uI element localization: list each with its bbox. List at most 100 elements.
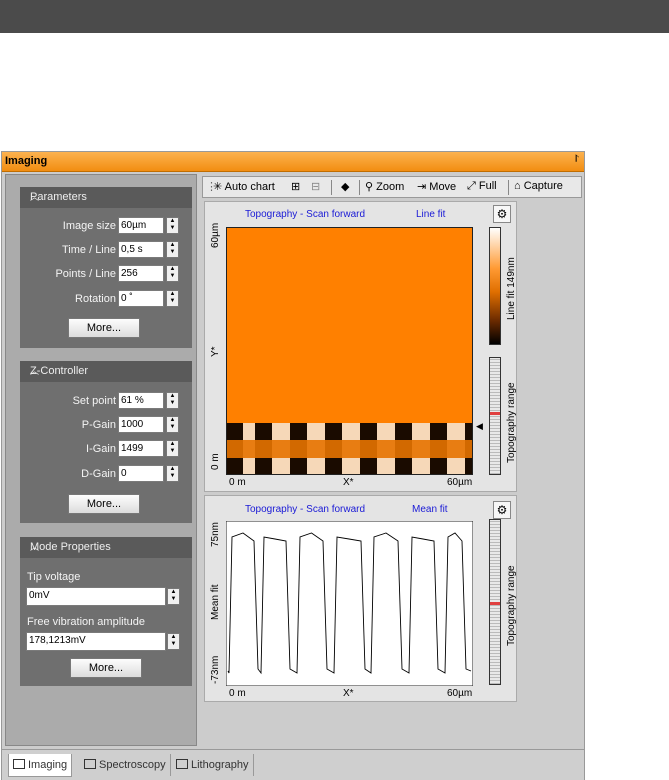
profile-plot-area[interactable] (226, 521, 473, 686)
image-size-label: Image size (62, 220, 116, 232)
parameters-more-button[interactable]: More... (68, 318, 140, 338)
zc-row-igain: I-Gain 1499 ▲ ▼ (20, 439, 192, 459)
points-line-input[interactable]: 256 (118, 265, 164, 282)
parameters-group: Parameters ︿ Image size 60µm ▲ ▼ Time / L… (20, 187, 192, 348)
zcontroller-more-button[interactable]: More... (68, 494, 140, 514)
points-line-label: Points / Line (55, 268, 116, 280)
chart2-y-axis-label: Mean fit (210, 584, 221, 620)
chart1-x-left-label: 0 m (229, 477, 246, 488)
tip-voltage-spinner[interactable]: ▲ ▼ (167, 588, 180, 605)
chart2-title: Topography - Scan forward (245, 504, 366, 515)
vibration-amplitude-label: Free vibration amplitude (27, 616, 146, 628)
topography-scanned-stripes (226, 423, 473, 475)
zc-row-setpoint: Set point 61 % ▲ ▼ (20, 391, 192, 411)
topography-image-chart: Topography - Scan forward Line fit ⚙ 60µ… (204, 201, 517, 492)
vibration-amplitude-spinner[interactable]: ▲ ▼ (167, 633, 180, 650)
window-icon (84, 759, 96, 769)
igain-label: I-Gain (86, 443, 116, 455)
rotation-input[interactable]: 0 ˚ (118, 290, 164, 307)
full-label: Full (478, 180, 497, 192)
full-extent-icon: ⤢ (467, 180, 476, 192)
auto-chart-label: Auto chart (224, 181, 275, 193)
pgain-input[interactable]: 1000 (118, 416, 164, 433)
time-line-input[interactable]: 0,5 s (118, 241, 164, 258)
capture-button[interactable]: ⌂ Capture (514, 180, 563, 192)
zc-row-pgain: P-Gain 1000 ▲ ▼ (20, 415, 192, 435)
chart1-x-axis-label: X* (343, 477, 354, 488)
chart1-title: Topography - Scan forward (245, 209, 366, 220)
setpoint-spinner[interactable]: ▲ ▼ (166, 392, 179, 409)
window-icon (176, 759, 188, 769)
add-chart-icon[interactable]: ⊞ (291, 180, 300, 193)
parameters-header[interactable]: Parameters ︿ (20, 187, 192, 208)
param-row-rotation: Rotation 0 ˚ ▲ ▼ (20, 289, 192, 309)
color-scale-bar (489, 227, 501, 345)
chevron-up-icon[interactable]: ︿ (30, 190, 184, 203)
dgain-spinner[interactable]: ▲ ▼ (166, 465, 179, 482)
toolbar-separator (331, 180, 332, 195)
imaging-toolbar: ⋮ ✳ Auto chart ⊞ ⊟ ◆ ⚲ Zoom ⇥ Move ⤢ Ful… (202, 176, 582, 198)
chart2-x-axis-label: X* (343, 688, 354, 699)
param-row-points-line: Points / Line 256 ▲ ▼ (20, 264, 192, 284)
chart1-y-axis-label: Y* (210, 346, 221, 357)
setpoint-label: Set point (72, 395, 116, 407)
tab-lithography[interactable]: Lithography (172, 754, 254, 776)
toolbar-separator (359, 180, 360, 195)
param-row-image-size: Image size 60µm ▲ ▼ (20, 216, 192, 236)
auto-chart-button[interactable]: ✳ Auto chart (213, 180, 275, 193)
igain-spinner[interactable]: ▲ ▼ (166, 440, 179, 457)
chart1-y-bottom-label: 0 m (210, 453, 221, 470)
remove-chart-icon[interactable]: ⊟ (311, 180, 320, 193)
dgain-input[interactable]: 0 (118, 465, 164, 482)
setpoint-input[interactable]: 61 % (118, 392, 164, 409)
mode-properties-header[interactable]: Mode Properties ︿ (20, 537, 192, 558)
toolbar-separator (508, 180, 509, 195)
left-panel: Parameters ︿ Image size 60µm ▲ ▼ Time / L… (5, 174, 197, 746)
tab-imaging[interactable]: Imaging (8, 754, 73, 777)
window-icon (13, 759, 25, 769)
time-line-spinner[interactable]: ▲ ▼ (166, 241, 179, 258)
mode-more-button[interactable]: More... (70, 658, 142, 678)
image-size-input[interactable]: 60µm (118, 217, 164, 234)
topography-range-slider[interactable] (489, 357, 501, 475)
pin-icon[interactable]: ⨡ (575, 154, 579, 165)
eraser-icon[interactable]: ◆ (341, 180, 349, 193)
topography-image[interactable] (226, 227, 473, 475)
range-slider-handle[interactable] (490, 602, 500, 605)
chart2-x-right-label: 60µm (447, 688, 473, 699)
image-size-spinner[interactable]: ▲ ▼ (166, 217, 179, 234)
zoom-button[interactable]: ⚲ Zoom (365, 180, 404, 193)
time-line-label: Time / Line (61, 244, 116, 256)
chart1-fit-mode: Line fit (416, 209, 446, 220)
scan-position-marker-icon[interactable]: ◀ (476, 421, 483, 432)
move-button[interactable]: ⇥ Move (417, 180, 456, 193)
rotation-spinner[interactable]: ▲ ▼ (166, 290, 179, 307)
tab-spectroscopy[interactable]: Spectroscopy (80, 754, 171, 776)
profile-range-label: Topography range (506, 565, 517, 646)
topography-profile-chart: Topography - Scan forward Mean fit ⚙ 75n… (204, 495, 517, 702)
points-line-spinner[interactable]: ▲ ▼ (166, 265, 179, 282)
profile-range-slider[interactable] (489, 519, 501, 685)
top-bar (0, 0, 669, 33)
chart2-y-bottom-label: -73nm (210, 655, 221, 684)
tip-voltage-label: Tip voltage (27, 571, 81, 583)
chart2-settings-gear-icon[interactable]: ⚙ (493, 501, 511, 519)
pgain-spinner[interactable]: ▲ ▼ (166, 416, 179, 433)
rotation-label: Rotation (75, 293, 116, 305)
full-button[interactable]: ⤢ Full (467, 180, 497, 193)
chevron-up-icon[interactable]: ︿ (30, 540, 184, 553)
range-slider-handle[interactable] (490, 412, 500, 415)
capture-label: Capture (523, 180, 563, 192)
chart2-fit-mode: Mean fit (412, 504, 448, 515)
igain-input[interactable]: 1499 (118, 440, 164, 457)
bottom-tab-bar: Imaging Spectroscopy Lithography (2, 749, 584, 780)
tab-spectroscopy-label: Spectroscopy (99, 759, 166, 771)
imaging-window: Imaging ⨡ Parameters ︿ Image size 60µm ▲… (1, 151, 585, 780)
tip-voltage-input[interactable]: 0mV (26, 587, 166, 606)
color-scale-label: Line fit 149nm (506, 257, 517, 320)
chevron-up-icon[interactable]: ︿ (30, 364, 184, 377)
vibration-amplitude-input[interactable]: 178,1213mV (26, 632, 166, 651)
zcontroller-header[interactable]: Z-Controller ︿ (20, 361, 192, 382)
tab-lithography-label: Lithography (191, 759, 249, 771)
chart1-settings-gear-icon[interactable]: ⚙ (493, 205, 511, 223)
